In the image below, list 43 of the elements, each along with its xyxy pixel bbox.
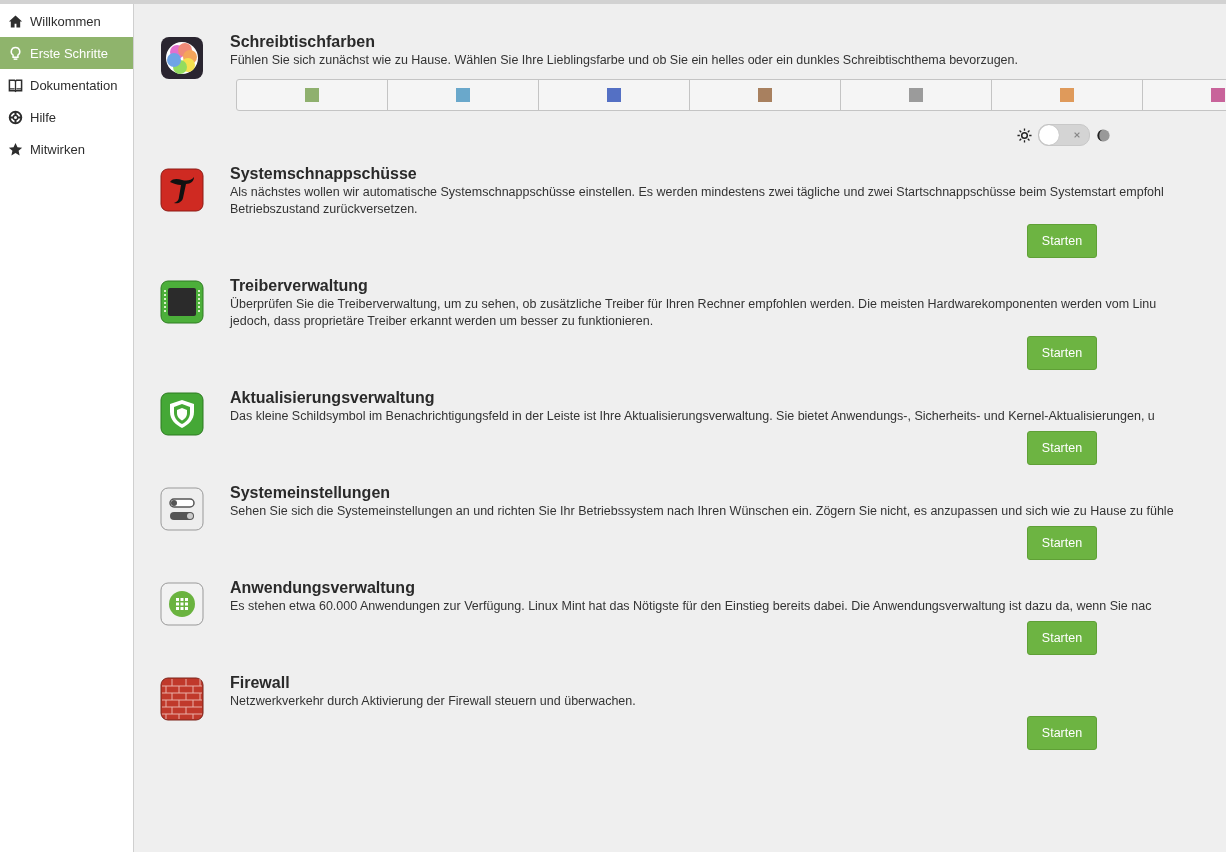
star-icon <box>8 141 23 157</box>
section-description: jedoch, dass proprietäre Treiber erkannt werden um besser zu funktionieren. <box>230 313 654 330</box>
section-title: Schreibtischfarben <box>230 32 376 52</box>
start-button[interactable]: Starten <box>1027 621 1097 655</box>
theme-toggle[interactable] <box>1038 124 1090 146</box>
section-title: Systemeinstellungen <box>230 483 392 503</box>
brick-wall-icon <box>160 677 204 721</box>
sidebar-item[interactable]: Willkommen <box>0 5 133 37</box>
home-icon <box>8 13 23 29</box>
start-button[interactable]: Starten <box>1027 431 1097 465</box>
start-button[interactable]: Starten <box>1027 526 1097 560</box>
lightbulb-icon <box>8 45 23 61</box>
app-grid-icon <box>160 582 204 626</box>
switches-icon <box>160 487 204 531</box>
section-title: Anwendungsverwaltung <box>230 578 416 598</box>
section-description: Als nächstes wollen wir automatische Systemschnappschüsse einstellen. Es werden mindestens zwei tägliche und zwei Startschnappschüsse beim Systemstart empfohl <box>230 184 1164 201</box>
section-title: Aktualisierungsverwaltung <box>230 388 436 408</box>
section-description: Das kleine Schildsymbol im Benachrichtigungsfeld in der Leiste ist Ihre Aktualisierungsverwaltung. Sie bietet Anwendungs-, Sicherheits- und Kernel-Aktualisierungen, u <box>230 408 1155 425</box>
sidebar-item[interactable]: Erste Schritte <box>0 37 133 69</box>
sidebar-item[interactable]: Dokumentation <box>0 69 133 101</box>
section-description: Es stehen etwa 60.000 Anwendungen zur Verfügung. Linux Mint hat das Nötigste für den Einstieg bereits dabei. Die Anwendungsverwaltung ist dazu da, wenn Sie nac <box>230 598 1152 615</box>
sidebar-item[interactable]: Hilfe <box>0 101 133 133</box>
start-button[interactable]: Starten <box>1027 716 1097 750</box>
section-description: Sehen Sie sich die Systemeinstellungen an und richten Sie Ihr Betriebssystem nach Ihren Wünschen ein. Zögern Sie nicht, es anzupassen und sich wie zu Hause zu fühle <box>230 503 1174 520</box>
chip-icon <box>160 280 204 324</box>
color-flower-icon <box>160 36 204 80</box>
section-title: Systemschnappschüsse <box>230 164 418 184</box>
section-description: Netzwerkverkehr durch Aktivierung der Firewall steuern und überwachen. <box>230 693 636 710</box>
moon-icon <box>1096 127 1111 143</box>
section-title: Treiberverwaltung <box>230 276 369 296</box>
sun-icon <box>1017 127 1032 143</box>
section-description: Überprüfen Sie die Treiberverwaltung, um zu sehen, ob zusätzliche Treiber für Ihren Rechner empfohlen werden. Die meisten Hardwarekomponenten werden vom Linu <box>230 296 1157 313</box>
shield-icon <box>160 392 204 436</box>
section-description: Fühlen Sie sich zunächst wie zu Hause. Wählen Sie Ihre Lieblingsfarbe und ob Sie ein helles oder ein dunkles Schreibtischthema bevorzugen. <box>230 52 1018 69</box>
section-description: Betriebszustand zurückversetzen. <box>230 201 418 218</box>
sidebar-item[interactable]: Mitwirken <box>0 133 133 165</box>
section-title: Firewall <box>230 673 291 693</box>
close-icon <box>1073 131 1081 139</box>
lifebuoy-icon <box>8 109 23 125</box>
start-button[interactable]: Starten <box>1027 336 1097 370</box>
book-icon <box>8 77 23 93</box>
start-button[interactable]: Starten <box>1027 224 1097 258</box>
blackletter-t-icon <box>160 168 204 212</box>
